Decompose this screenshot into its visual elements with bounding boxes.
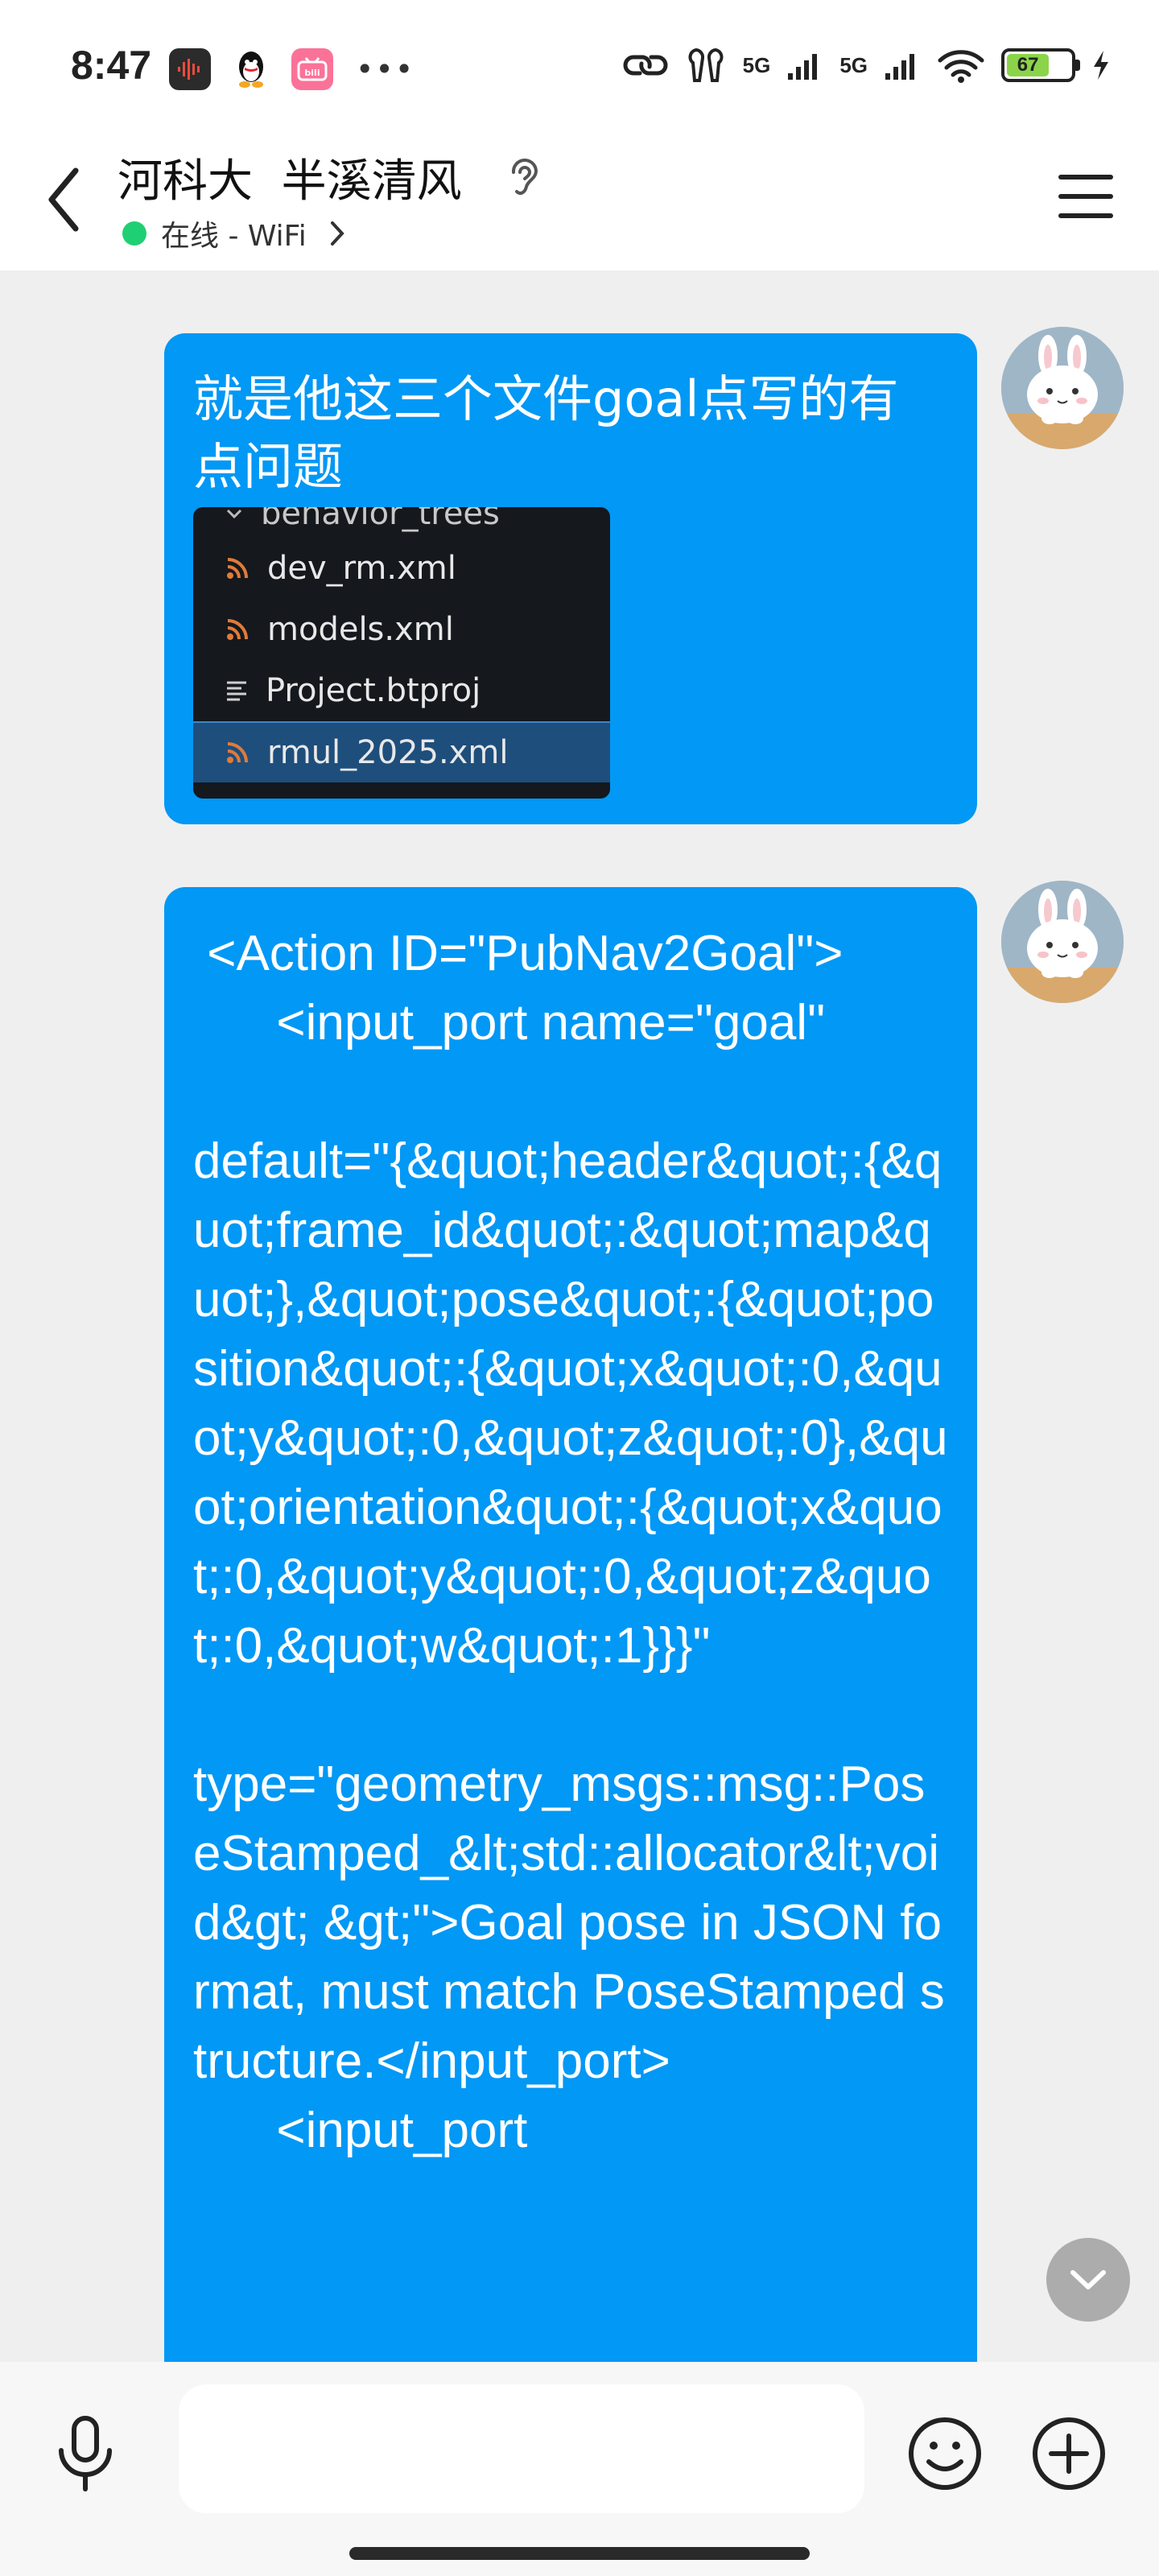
chat-title[interactable]: 河科大 半溪清风: [118, 145, 462, 210]
status-bar: 8:47 bili ••• 5G 5G 67: [0, 0, 1159, 129]
microphone-icon[interactable]: [55, 2415, 116, 2492]
notification-icons: bili •••: [169, 48, 415, 90]
qq-penguin-icon: [230, 48, 272, 90]
scroll-to-bottom-button[interactable]: [1046, 2238, 1130, 2322]
message-text: 就是他这三个文件goal点写的有点问题: [193, 369, 899, 496]
rss-icon: [227, 619, 248, 640]
file-name: Project.btproj: [266, 672, 481, 709]
home-indicator[interactable]: [349, 2547, 810, 2560]
bunny-avatar-icon: [1001, 327, 1124, 449]
online-status[interactable]: 在线 - WiFi: [122, 213, 347, 254]
battery-icon: 67: [1001, 48, 1080, 82]
file-row: dev_rm.xml: [193, 538, 610, 599]
status-time: 8:47: [71, 43, 152, 88]
network-label-2: 5G: [839, 52, 868, 77]
message-text: <Action ID="PubNav2Goal"> <input_port na…: [193, 926, 948, 2158]
file-row: models.xml: [193, 599, 610, 660]
file-name: models.xml: [267, 611, 454, 648]
bunny-avatar-icon: [1001, 881, 1124, 1003]
chat-header: 河科大 半溪清风 在线 - WiFi: [0, 129, 1159, 270]
ear-icon[interactable]: [507, 153, 542, 201]
online-status-text: 在线 - WiFi: [161, 220, 307, 253]
network-label-1: 5G: [742, 52, 771, 77]
chevron-right-icon: [330, 221, 344, 246]
file-row-selected: rmul_2025.xml: [193, 721, 610, 782]
signal-icon: [885, 54, 914, 80]
rss-icon: [227, 558, 248, 579]
chevron-down-icon: [226, 509, 242, 519]
battery-level: 67: [1007, 54, 1050, 76]
signal-icon: [788, 54, 818, 80]
emoji-icon[interactable]: [906, 2415, 984, 2492]
chevron-down-icon: [1070, 2270, 1106, 2289]
file-name: behavior_trees: [261, 507, 500, 532]
system-status-icons: 5G 5G 67: [622, 47, 1111, 84]
svg-text:bili: bili: [304, 68, 320, 78]
screenshot-image[interactable]: behavior_trees dev_rm.xml models.xml Pro…: [193, 507, 610, 799]
menu-icon[interactable]: [1058, 172, 1114, 221]
avatar[interactable]: [1001, 327, 1124, 449]
link-icon: [623, 55, 668, 76]
voice-app-icon: [169, 48, 211, 90]
more-notifications-icon: •••: [356, 52, 415, 87]
charging-bolt-icon: [1094, 51, 1108, 80]
rss-icon: [227, 742, 248, 763]
avatar[interactable]: [1001, 881, 1124, 1003]
earbuds-icon: [688, 47, 724, 82]
message-bubble[interactable]: 就是他这三个文件goal点写的有点问题 behavior_trees dev_r…: [164, 333, 977, 824]
file-row: Project.btproj: [193, 660, 610, 721]
file-name: rmul_2025.xml: [267, 734, 509, 771]
online-dot-icon: [122, 221, 146, 246]
back-arrow-icon[interactable]: [40, 159, 89, 240]
plus-icon[interactable]: [1030, 2415, 1107, 2492]
bilibili-icon: bili: [291, 48, 333, 90]
lines-icon: [227, 681, 246, 701]
message-bubble[interactable]: <Action ID="PubNav2Goal"> <input_port na…: [164, 887, 977, 2576]
message-input[interactable]: [179, 2384, 864, 2513]
wifi-icon: [938, 50, 984, 83]
file-name: dev_rm.xml: [267, 550, 456, 587]
input-bar: [0, 2362, 1159, 2576]
